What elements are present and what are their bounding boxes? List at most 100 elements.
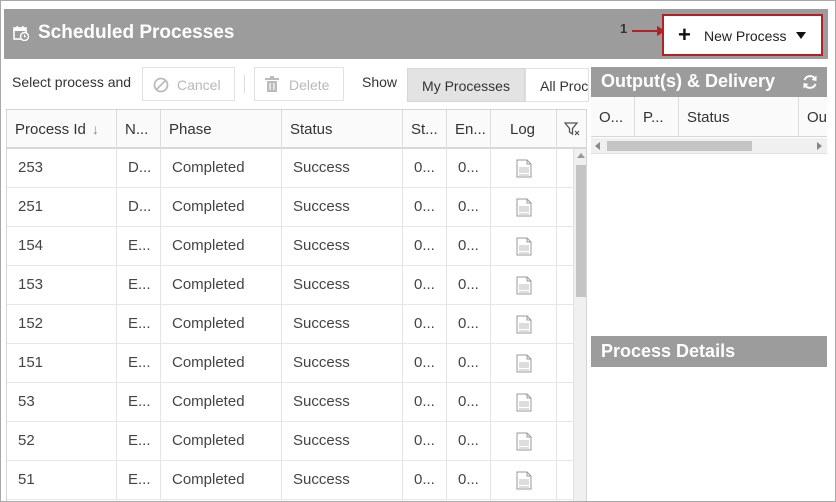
cell-start: 0... [403, 266, 447, 304]
cell-log [491, 188, 557, 226]
cell-name: E... [117, 383, 161, 421]
cell-process-id: 152 [7, 305, 117, 343]
grid-header: Process Id ↓ N... Phase Status St... En..… [7, 110, 586, 149]
cell-filter-spacer [557, 149, 573, 187]
scroll-left-icon[interactable] [595, 142, 600, 150]
column-header-ou[interactable]: Ou... [799, 97, 827, 136]
calendar-clock-icon [13, 26, 29, 41]
column-header-label: Process Id [15, 121, 86, 138]
log-file-icon[interactable] [516, 159, 532, 178]
log-file-icon[interactable] [516, 315, 532, 334]
horizontal-scrollbar[interactable] [591, 138, 827, 154]
select-hint-text: Select process and [12, 74, 132, 90]
table-row[interactable]: 152 E... Completed Success 0... 0... [7, 305, 573, 344]
table-row[interactable]: 51 E... Completed Success 0... 0... [7, 461, 573, 500]
filter-icon[interactable] [564, 122, 580, 136]
column-header-process-id[interactable]: Process Id ↓ [7, 110, 117, 149]
cell-start: 0... [403, 383, 447, 421]
output-grid-header: O... P... Status Ou... [591, 97, 827, 137]
cell-status: Success [282, 422, 403, 460]
show-label: Show [362, 74, 398, 90]
cell-filter-spacer [557, 344, 573, 382]
cell-process-id: 53 [7, 383, 117, 421]
scroll-thumb[interactable] [576, 165, 586, 297]
delete-label: Delete [289, 77, 330, 93]
cell-phase: Completed [161, 188, 282, 226]
cell-start: 0... [403, 344, 447, 382]
new-process-button[interactable]: + New Process [667, 19, 818, 51]
log-file-icon[interactable] [516, 471, 532, 490]
log-file-icon[interactable] [516, 237, 532, 256]
new-process-highlight: + New Process [662, 14, 823, 56]
process-details-header: Process Details [591, 336, 827, 367]
log-file-icon[interactable] [516, 393, 532, 412]
cell-status: Success [282, 344, 403, 382]
cell-end: 0... [447, 149, 491, 187]
tab-my-processes[interactable]: My Processes [407, 68, 525, 102]
tab-all-processes[interactable]: All Processes [525, 68, 589, 102]
log-file-icon[interactable] [516, 276, 532, 295]
cell-status: Success [282, 149, 403, 187]
refresh-icon[interactable] [801, 73, 819, 91]
cancel-button[interactable]: Cancel [142, 67, 235, 101]
cell-status: Success [282, 266, 403, 304]
column-header-end[interactable]: En... [447, 110, 491, 149]
cell-phase: Completed [161, 461, 282, 499]
scroll-up-icon[interactable] [577, 153, 585, 158]
column-header-phase[interactable]: Phase [161, 110, 282, 149]
column-header-name[interactable]: N... [117, 110, 161, 149]
column-header-output[interactable]: O... [591, 97, 635, 136]
table-row[interactable]: 151 E... Completed Success 0... 0... [7, 344, 573, 383]
new-process-label: New Process [704, 28, 787, 44]
cell-process-id: 251 [7, 188, 117, 226]
cell-status: Success [282, 305, 403, 343]
column-header-log[interactable]: Log [491, 110, 557, 149]
cell-end: 0... [447, 422, 491, 460]
cell-name: D... [117, 149, 161, 187]
cell-log [491, 344, 557, 382]
cell-status: Success [282, 383, 403, 421]
column-header-start[interactable]: St... [403, 110, 447, 149]
process-details-title: Process Details [601, 341, 736, 361]
cell-end: 0... [447, 188, 491, 226]
cell-phase: Completed [161, 227, 282, 265]
cell-log [491, 383, 557, 421]
cell-process-id: 153 [7, 266, 117, 304]
log-file-icon[interactable] [516, 198, 532, 217]
log-file-icon[interactable] [516, 432, 532, 451]
plus-icon: + [678, 22, 691, 47]
delete-button[interactable]: Delete [254, 67, 344, 101]
column-header-output-status[interactable]: Status [679, 97, 799, 136]
column-header-p[interactable]: P... [635, 97, 679, 136]
log-file-icon[interactable] [516, 354, 532, 373]
scroll-right-icon[interactable] [817, 142, 822, 150]
table-row[interactable]: 52 E... Completed Success 0... 0... [7, 422, 573, 461]
cell-filter-spacer [557, 305, 573, 343]
cell-name: E... [117, 266, 161, 304]
cell-end: 0... [447, 344, 491, 382]
cancel-label: Cancel [177, 77, 221, 93]
hscroll-thumb[interactable] [607, 141, 752, 151]
cell-end: 0... [447, 383, 491, 421]
cell-log [491, 227, 557, 265]
table-row[interactable]: 154 E... Completed Success 0... 0... [7, 227, 573, 266]
cell-name: D... [117, 188, 161, 226]
cell-phase: Completed [161, 383, 282, 421]
cell-start: 0... [403, 461, 447, 499]
cell-process-id: 52 [7, 422, 117, 460]
cell-phase: Completed [161, 344, 282, 382]
cell-name: E... [117, 344, 161, 382]
table-row[interactable]: 253 D... Completed Success 0... 0... [7, 149, 573, 188]
cell-status: Success [282, 188, 403, 226]
cell-status: Success [282, 227, 403, 265]
cell-start: 0... [403, 305, 447, 343]
output-delivery-panel: Output(s) & Delivery O... P... Status Ou… [591, 67, 827, 501]
table-row[interactable]: 153 E... Completed Success 0... 0... [7, 266, 573, 305]
cell-process-id: 51 [7, 461, 117, 499]
column-header-status[interactable]: Status [282, 110, 403, 149]
cell-name: E... [117, 227, 161, 265]
table-row[interactable]: 251 D... Completed Success 0... 0... [7, 188, 573, 227]
table-row[interactable]: 53 E... Completed Success 0... 0... [7, 383, 573, 422]
vertical-scrollbar[interactable] [573, 149, 586, 501]
cell-start: 0... [403, 149, 447, 187]
